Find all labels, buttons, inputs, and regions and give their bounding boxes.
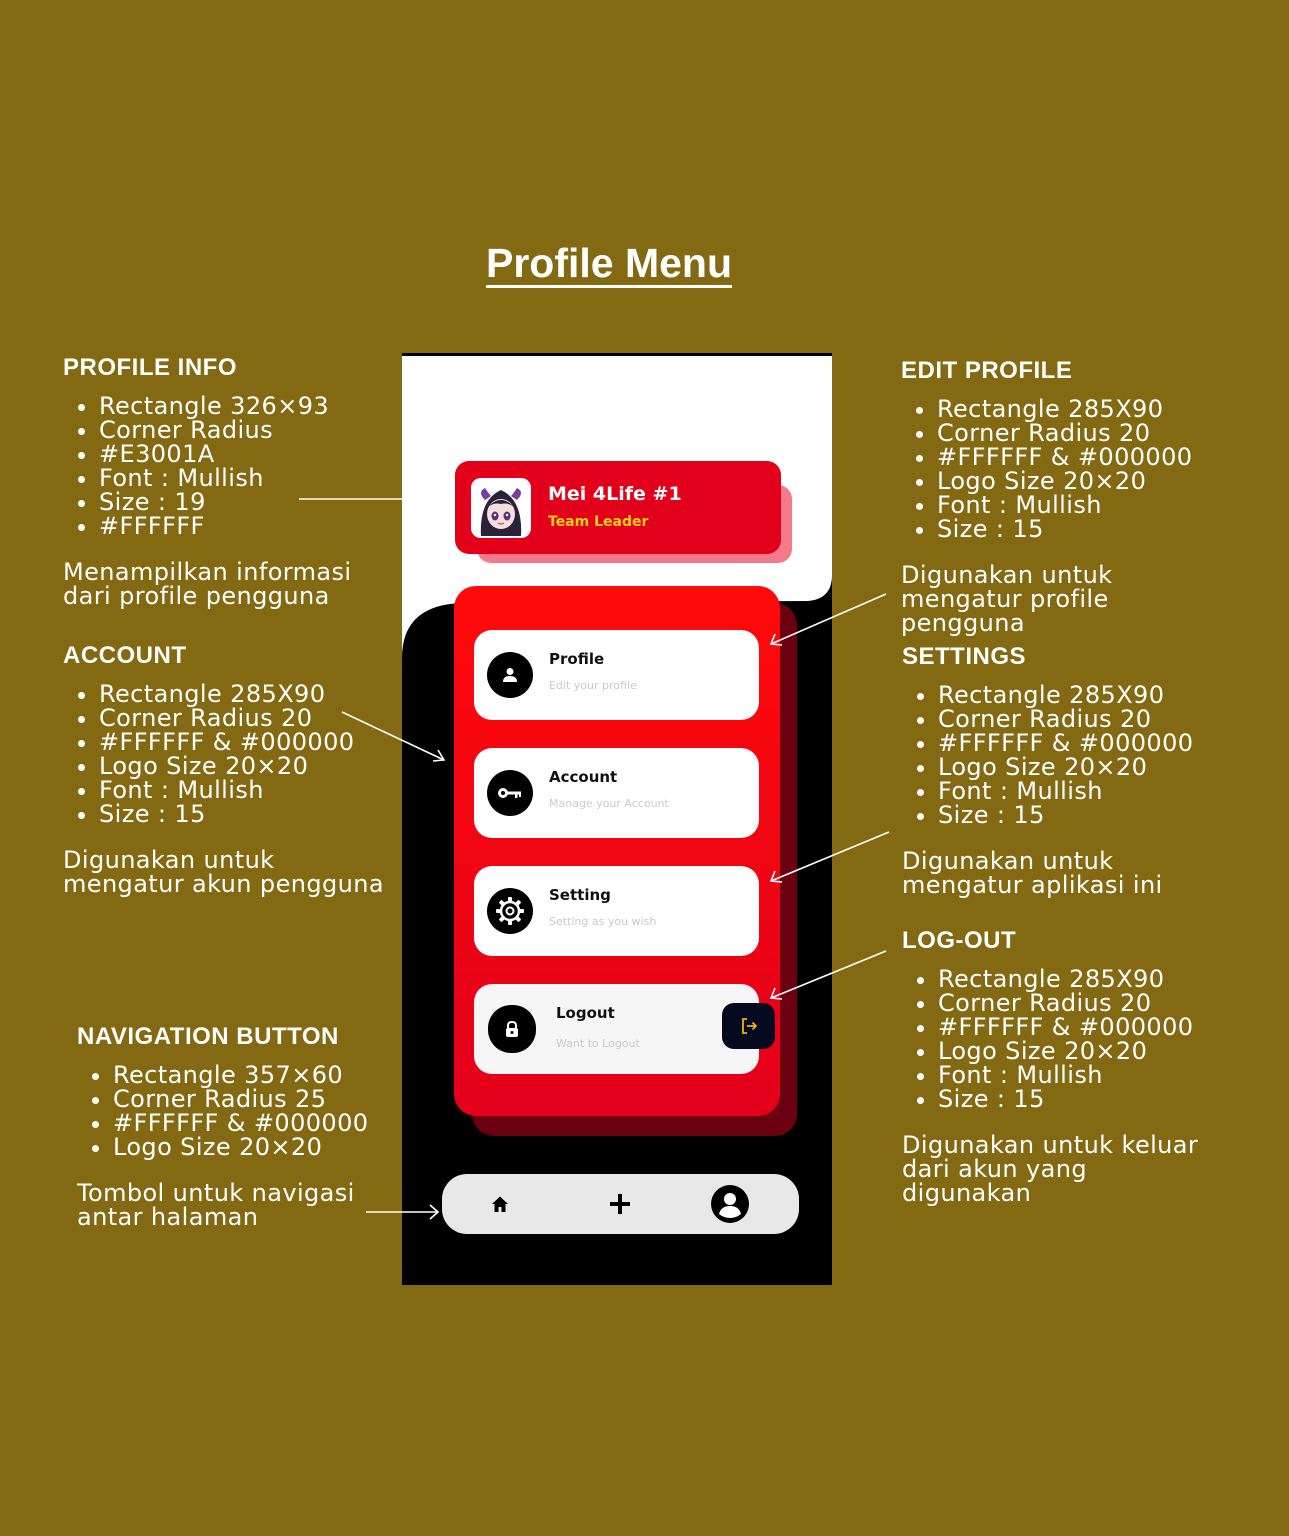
arrow-icon xyxy=(341,711,446,762)
annotation-arrows xyxy=(299,491,890,1220)
arrow-icon xyxy=(769,831,890,883)
arrow-icon xyxy=(366,1204,440,1220)
arrow-icon xyxy=(769,593,887,646)
arrow-icon xyxy=(299,491,446,507)
arrow-icon xyxy=(769,950,887,1000)
